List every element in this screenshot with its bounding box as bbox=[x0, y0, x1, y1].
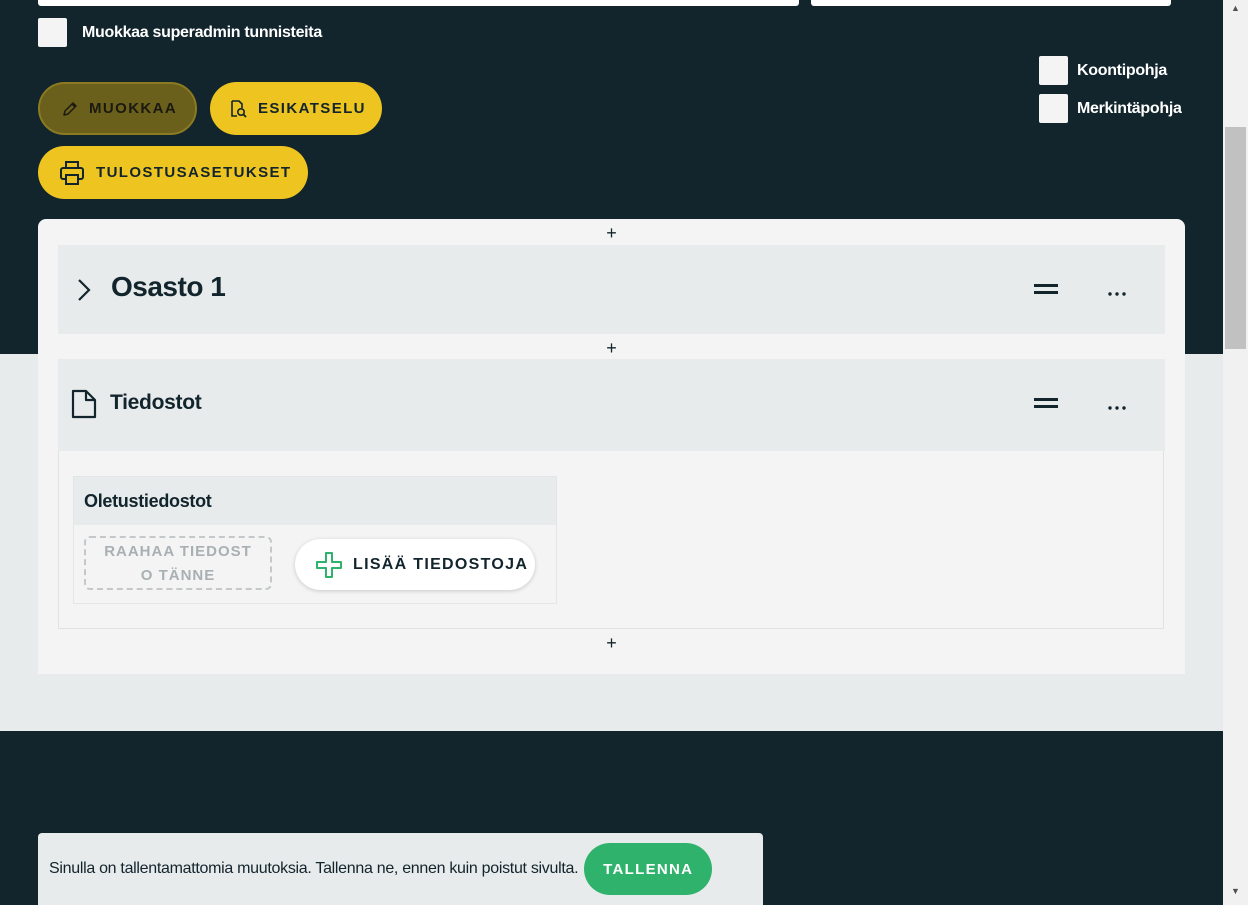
file-icon bbox=[71, 389, 97, 424]
merkintapohja-label: Merkintäpohja bbox=[1077, 99, 1182, 117]
card-title: Oletustiedostot bbox=[74, 477, 556, 525]
superadmin-checkbox[interactable] bbox=[38, 18, 67, 47]
add-files-label: LISÄÄ TIEDOSTOJA bbox=[353, 555, 529, 573]
section-osasto: Osasto 1 bbox=[58, 245, 1165, 334]
default-files-card: Oletustiedostot RAAHAA TIEDOST O TÄNNE L… bbox=[73, 476, 557, 604]
scrollbar[interactable]: ▲ ▼ bbox=[1223, 0, 1248, 905]
more-options-icon[interactable] bbox=[1107, 399, 1127, 417]
files-section-body: Oletustiedostot RAAHAA TIEDOST O TÄNNE L… bbox=[58, 451, 1164, 629]
edit-button-label: MUOKKAA bbox=[89, 100, 178, 117]
koontipohja-option[interactable]: Koontipohja bbox=[1039, 56, 1167, 85]
pencil-icon bbox=[60, 100, 80, 118]
print-settings-label: TULOSTUSASETUKSET bbox=[96, 164, 292, 181]
koontipohja-label: Koontipohja bbox=[1077, 61, 1168, 79]
scroll-up-arrow-icon[interactable]: ▲ bbox=[1223, 3, 1248, 13]
drag-handle-icon[interactable] bbox=[1034, 395, 1058, 416]
print-settings-button[interactable]: TULOSTUSASETUKSET bbox=[38, 146, 308, 199]
unsaved-changes-bar: Sinulla on tallentamattomia muutoksia. T… bbox=[38, 833, 763, 905]
koontipohja-checkbox[interactable] bbox=[1039, 56, 1068, 85]
preview-button-label: ESIKATSELU bbox=[258, 100, 366, 117]
unsaved-message: Sinulla on tallentamattomia muutoksia. T… bbox=[49, 860, 579, 877]
document-search-icon bbox=[228, 99, 248, 119]
scroll-down-arrow-icon[interactable]: ▼ bbox=[1223, 886, 1248, 896]
section-tiedostot: Tiedostot bbox=[58, 359, 1165, 451]
add-files-button[interactable]: LISÄÄ TIEDOSTOJA bbox=[295, 539, 535, 590]
secondary-input[interactable] bbox=[811, 0, 1171, 6]
add-element-button[interactable]: + bbox=[38, 634, 1185, 652]
printer-icon bbox=[58, 159, 86, 187]
save-button[interactable]: TALLENNA bbox=[584, 843, 713, 895]
edit-button[interactable]: MUOKKAA bbox=[38, 82, 197, 135]
add-element-button[interactable]: + bbox=[38, 224, 1185, 242]
preview-button[interactable]: ESIKATSELU bbox=[210, 82, 382, 135]
superadmin-label: Muokkaa superadmin tunnisteita bbox=[82, 23, 322, 41]
section-title: Tiedostot bbox=[110, 391, 202, 414]
merkintapohja-checkbox[interactable] bbox=[1039, 94, 1068, 123]
drop-zone-line: O TÄNNE bbox=[140, 567, 216, 584]
file-drop-zone[interactable]: RAAHAA TIEDOST O TÄNNE bbox=[84, 536, 272, 590]
drag-handle-icon[interactable] bbox=[1034, 281, 1058, 302]
add-element-button[interactable]: + bbox=[38, 339, 1185, 357]
merkintapohja-option[interactable]: Merkintäpohja bbox=[1039, 94, 1182, 123]
plus-icon bbox=[315, 551, 343, 579]
section-title: Osasto 1 bbox=[111, 271, 226, 302]
more-options-icon[interactable] bbox=[1107, 285, 1127, 303]
chevron-right-icon[interactable] bbox=[76, 278, 92, 307]
scrollbar-thumb[interactable] bbox=[1225, 127, 1246, 349]
superadmin-option[interactable]: Muokkaa superadmin tunnisteita bbox=[38, 18, 322, 47]
name-input[interactable] bbox=[38, 0, 799, 6]
drop-zone-line: RAAHAA TIEDOST bbox=[104, 543, 252, 560]
